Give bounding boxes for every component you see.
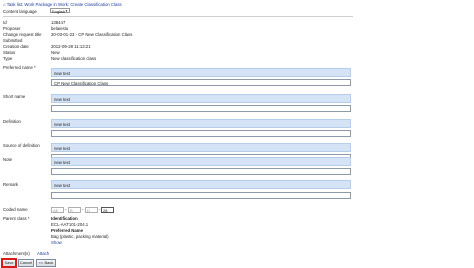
info-label-submitted: Submitted [3, 38, 23, 43]
info-value-proposer: belaiestu [51, 26, 69, 31]
content-language-label: Content language [3, 9, 37, 14]
content-language-select[interactable]: English ▼ [50, 8, 70, 14]
coded-name-part-4[interactable]: 28 [101, 207, 114, 213]
parent-class-label: Parent class * [3, 216, 30, 221]
remark-input[interactable] [51, 192, 351, 199]
info-value-id: 138447 [51, 20, 66, 25]
remark-language-box: new text [51, 180, 351, 189]
info-value-creation-date: 2012-09-28 11:13:21 [51, 44, 91, 49]
parent-identification-value: ECL-AAT101-204.1 [51, 222, 89, 227]
home-icon: ⌂ [3, 2, 6, 7]
short-name-input[interactable] [51, 105, 351, 112]
short-name-box-text: new text [54, 96, 71, 102]
divider [3, 15, 353, 17]
parent-preferred-name-value: Bag (plastic, packing material) [51, 234, 109, 239]
remark-box-text: new text [54, 182, 71, 188]
info-label-change-request-title: Change request title [3, 32, 42, 37]
source-of-definition-box-text: new text [54, 145, 71, 151]
note-input[interactable] [51, 168, 351, 175]
chevron-down-icon: ▼ [65, 9, 68, 13]
preferred-name-label: Preferred name * [3, 65, 36, 70]
preferred-name-input[interactable]: CP New Classification Class [51, 79, 351, 86]
parent-preferred-name-label: Preferred Name [51, 228, 84, 233]
attach-link[interactable]: Attach [37, 251, 49, 256]
content-language-value: English [52, 9, 66, 14]
definition-box-text: new text [54, 121, 71, 127]
breadcrumb[interactable]: ⌂ Task list: Work Package in Work: Creat… [3, 2, 122, 7]
info-label-creation-date: Creation date [3, 44, 29, 49]
info-label-status: Status [3, 50, 16, 55]
definition-label: Definition [3, 119, 21, 124]
attachments-label: Attachment(s) [3, 251, 30, 256]
source-of-definition-language-box: new text [51, 143, 351, 152]
info-value-type: New classification class [51, 56, 97, 61]
breadcrumb-text[interactable]: Task list: Work Package in Work: Create … [7, 2, 122, 7]
source-of-definition-label: Source of definition [3, 143, 40, 148]
coded-name-part-1[interactable]: AE [51, 207, 64, 213]
preferred-name-input-value: CP New Classification Class [54, 80, 109, 86]
cancel-button[interactable]: Cancel [18, 259, 34, 267]
parent-identification-label: Identification [51, 216, 78, 221]
short-name-label: Short name [3, 94, 26, 99]
definition-language-box: new text [51, 119, 351, 128]
note-box-text: new text [54, 159, 71, 165]
coded-name-part-2[interactable]: B [68, 207, 81, 213]
back-button[interactable]: << Back [36, 259, 56, 267]
coded-name-part-3[interactable]: D [85, 207, 98, 213]
preferred-name-language-box: new text [51, 68, 351, 77]
coded-name-separator: - [65, 207, 67, 212]
note-language-box: new text [51, 157, 351, 166]
info-label-proposer: Proposer [3, 26, 21, 31]
info-label-id: Id [3, 20, 7, 25]
parent-class-show-link[interactable]: Show [51, 240, 62, 245]
coded-name-label: Coded name [3, 207, 28, 212]
info-value-change-request-title: 20-03-01-23 - CP New Classification Clas… [51, 32, 133, 37]
save-button[interactable]: Save [2, 259, 16, 267]
definition-input[interactable] [51, 130, 351, 137]
remark-label: Remark [3, 182, 19, 187]
note-label: Note [3, 157, 13, 162]
short-name-language-box: new text [51, 94, 351, 103]
info-label-type: Type [3, 56, 13, 61]
preferred-name-box-text: new text [54, 70, 71, 76]
coded-name-separator: - [82, 207, 84, 212]
info-value-status: New [51, 50, 60, 55]
